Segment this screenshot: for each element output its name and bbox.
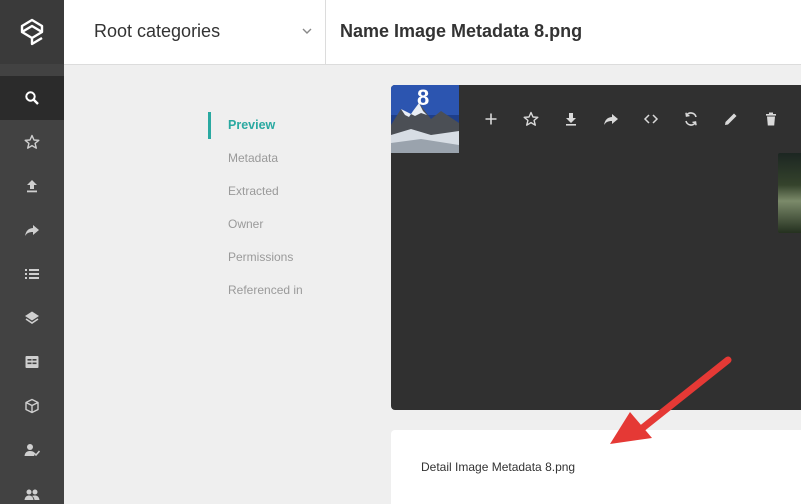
sidebar-item-share[interactable] [0,208,64,252]
star-icon [523,111,539,126]
share-icon [25,225,39,236]
sidebar-item-board[interactable] [0,340,64,384]
preview-toolbar [471,105,801,133]
category-label: Root categories [94,21,221,41]
chevron-down-icon [302,28,312,34]
sidebar-item-cube[interactable] [0,384,64,428]
sidebar-item-upload[interactable] [0,164,64,208]
search-icon [25,91,39,105]
edit-button[interactable] [711,105,751,133]
share-button[interactable] [591,105,631,133]
user-check-icon [24,444,40,457]
section-permissions[interactable]: Permissions [208,244,358,277]
refresh-button[interactable] [671,105,711,133]
sidebar-item-search[interactable] [0,76,64,120]
logo-icon [20,18,44,46]
upload-icon [27,180,37,193]
section-preview[interactable]: Preview [208,112,358,145]
image-thumbnail[interactable]: 8 [391,85,459,153]
star-icon [24,134,40,149]
sidebar-item-favorites[interactable] [0,120,64,164]
sidebar-item-list[interactable] [0,252,64,296]
section-metadata[interactable]: Metadata [208,145,358,178]
cube-icon [25,398,39,414]
section-referenced-in[interactable]: Referenced in [208,277,358,310]
left-sidebar [0,0,64,504]
sidebar-item-layers[interactable] [0,296,64,340]
delete-icon [766,112,776,126]
list-icon [25,269,39,279]
sidebar-item-users[interactable] [0,472,64,504]
app-logo[interactable] [0,0,64,64]
add-icon [485,113,497,125]
more-button[interactable] [791,105,801,133]
favorite-button[interactable] [511,105,551,133]
layers-icon [25,311,39,324]
page-title: Name Image Metadata 8.png [340,21,583,41]
annotation-arrow-icon [610,356,732,444]
delete-button[interactable] [751,105,791,133]
section-nav: Preview Metadata Extracted Owner Permiss… [208,112,358,310]
add-button[interactable] [471,105,511,133]
embed-button[interactable] [631,105,671,133]
section-owner[interactable]: Owner [208,211,358,244]
category-dropdown[interactable]: Root categories [64,0,326,64]
top-bar: Root categories Name Image Metadata 8.pn… [64,0,801,65]
preview-image [778,153,801,233]
users-icon [24,489,40,500]
edit-icon [725,113,737,125]
thumbnail-number: 8 [417,85,430,110]
section-extracted[interactable]: Extracted [208,178,358,211]
download-button[interactable] [551,105,591,133]
share-icon [604,114,618,125]
sidebar-item-user-check[interactable] [0,428,64,472]
board-icon [25,356,39,368]
detail-title: Detail Image Metadata 8.png [421,460,576,474]
embed-code-icon [643,114,659,124]
download-icon [566,113,576,126]
refresh-icon [685,112,697,126]
